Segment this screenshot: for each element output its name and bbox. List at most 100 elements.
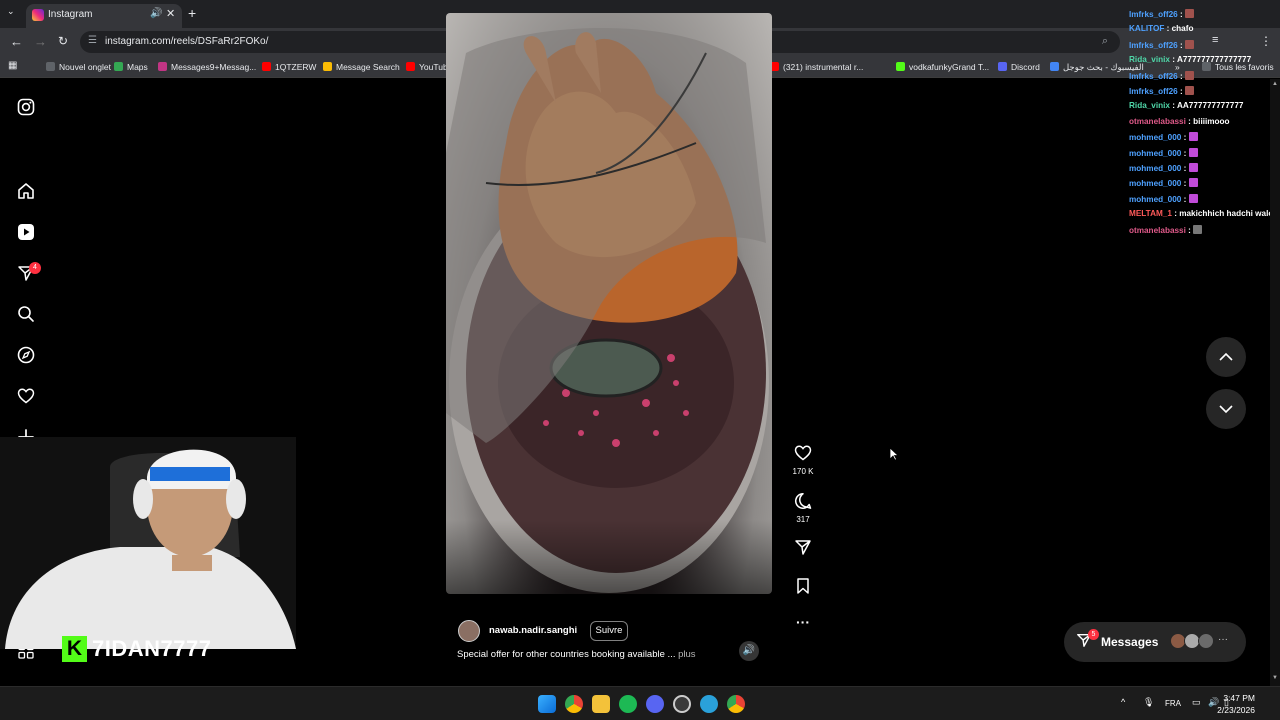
- chat-username[interactable]: lmfrks_off26: [1129, 10, 1178, 19]
- bookmark-item[interactable]: vodkafunkyGrand T...: [896, 62, 989, 72]
- save-icon[interactable]: [792, 577, 814, 600]
- reels-icon[interactable]: [16, 222, 36, 242]
- windows-taskbar: ^ 🎙 FRA ▭ 🔊 ▯ 3:47 PM 2/23/2026: [0, 686, 1280, 720]
- site-info-icon[interactable]: ☰: [88, 35, 97, 46]
- url-text: instagram.com/reels/DSFaRr2FOKo/: [105, 36, 269, 47]
- chrome-alt-icon[interactable]: [727, 695, 745, 713]
- chrome-icon[interactable]: [565, 695, 583, 713]
- chat-username[interactable]: mohmed_000: [1129, 149, 1181, 158]
- chat-message: mohmed_000 :: [1129, 163, 1198, 173]
- chat-separator: :: [1177, 40, 1185, 50]
- chat-message: mohmed_000 :: [1129, 147, 1198, 158]
- caption-more-link[interactable]: plus: [678, 649, 695, 660]
- file-explorer-icon[interactable]: [592, 695, 610, 713]
- share-icon[interactable]: [792, 538, 814, 561]
- bookmark-favicon-icon: [1050, 62, 1059, 71]
- chat-emote-icon: [1184, 39, 1194, 49]
- reel-video[interactable]: [446, 13, 772, 594]
- chat-emote-icon: [1184, 86, 1194, 95]
- heart-icon[interactable]: [16, 386, 36, 406]
- chat-username[interactable]: lmfrks_off26: [1129, 72, 1178, 81]
- start-icon[interactable]: [538, 695, 556, 713]
- like-icon[interactable]: [792, 444, 814, 467]
- chat-username[interactable]: mohmed_000: [1129, 164, 1181, 173]
- next-reel-button[interactable]: [1206, 389, 1246, 429]
- network-icon[interactable]: ▭: [1192, 697, 1201, 708]
- page-scrollbar[interactable]: ▲ ▼: [1270, 79, 1280, 686]
- home-icon[interactable]: [16, 181, 36, 201]
- chat-separator: :: [1181, 194, 1189, 204]
- bookmark-favicon-icon: [896, 62, 905, 71]
- language-indicator[interactable]: FRA: [1165, 699, 1181, 708]
- chat-username[interactable]: lmfrks_off26: [1129, 41, 1178, 50]
- apps-icon[interactable]: ▦: [8, 60, 17, 71]
- telegram-icon[interactable]: [700, 695, 718, 713]
- chat-separator: :: [1181, 164, 1189, 173]
- chat-username[interactable]: Rida_vinix: [1129, 101, 1170, 110]
- chat-message: lmfrks_off26 :: [1129, 86, 1194, 96]
- chat-message: lmfrks_off26 :: [1129, 70, 1194, 81]
- chat-username[interactable]: mohmed_000: [1129, 133, 1181, 142]
- stream-chat: lmfrks_off26 : KALITOF : chafo lmfrks_off…: [1129, 0, 1280, 240]
- scroll-down-icon[interactable]: ▼: [1272, 675, 1278, 681]
- explore-icon[interactable]: [16, 345, 36, 365]
- chat-message: otmanelabassi :: [1129, 224, 1203, 235]
- back-icon[interactable]: ←: [10, 34, 23, 49]
- author-avatar[interactable]: [458, 620, 480, 642]
- more-options-icon[interactable]: ···: [792, 614, 814, 630]
- webcam-image: [0, 437, 296, 649]
- mute-icon[interactable]: 🔊: [739, 641, 759, 661]
- tab-search-icon[interactable]: ⌄: [7, 6, 15, 17]
- author-name[interactable]: nawab.nadir.sanghi: [489, 625, 577, 636]
- bookmark-item[interactable]: Nouvel onglet: [46, 62, 111, 72]
- spotify-icon[interactable]: [619, 695, 637, 713]
- search-icon[interactable]: [16, 304, 36, 324]
- clock-time[interactable]: 3:47 PM: [1223, 693, 1255, 703]
- obs-icon[interactable]: [673, 695, 691, 713]
- instagram-logo-icon[interactable]: [16, 97, 36, 117]
- scroll-up-icon[interactable]: ▲: [1272, 81, 1278, 87]
- tab-close-icon[interactable]: ✕: [166, 7, 175, 20]
- chat-separator: :: [1164, 24, 1172, 34]
- bookmark-favicon-icon: [406, 62, 415, 71]
- streamer-name: 7IDAN7777: [92, 636, 212, 661]
- new-tab-button[interactable]: +: [188, 5, 196, 21]
- chat-username[interactable]: otmanelabassi: [1129, 117, 1186, 126]
- reel-caption[interactable]: Special offer for other countries bookin…: [457, 649, 696, 660]
- bookmark-item[interactable]: Messages9+Messag...: [158, 62, 256, 72]
- chat-username[interactable]: KALITOF: [1129, 24, 1164, 33]
- bookmark-label: 1QTZERW: [275, 62, 317, 72]
- reload-icon[interactable]: ↻: [58, 34, 68, 48]
- follow-button[interactable]: Suivre: [590, 621, 628, 641]
- bookmark-label: Maps: [127, 62, 148, 72]
- bookmark-item[interactable]: (321) instrumental r...: [770, 62, 863, 72]
- previous-reel-button[interactable]: [1206, 337, 1246, 377]
- tab-instagram[interactable]: Instagram 🔊 ✕: [26, 4, 182, 28]
- bookmark-item[interactable]: 1QTZERW: [262, 62, 316, 72]
- chat-username[interactable]: mohmed_000: [1129, 179, 1181, 188]
- chat-emote-icon: [1184, 70, 1194, 80]
- chat-username[interactable]: lmfrks_off26: [1129, 87, 1178, 96]
- messages-button[interactable]: 5 Messages ···: [1064, 622, 1246, 662]
- avatar: [1198, 633, 1214, 649]
- chat-username[interactable]: Rida_vinix: [1129, 55, 1170, 64]
- chat-username[interactable]: MELTAM_1: [1129, 209, 1172, 218]
- chat-separator: :: [1177, 87, 1185, 96]
- comment-icon[interactable]: [792, 492, 814, 515]
- chat-username[interactable]: mohmed_000: [1129, 195, 1181, 204]
- kick-logo: K: [62, 636, 87, 662]
- zoom-icon[interactable]: ⌕: [1102, 35, 1108, 48]
- chat-emote-icon: [1188, 147, 1198, 157]
- chat-emote-icon: [1188, 163, 1198, 172]
- clock-date[interactable]: 2/23/2026: [1217, 705, 1255, 715]
- bookmark-item[interactable]: Message Search: [323, 62, 400, 72]
- chat-username[interactable]: otmanelabassi: [1129, 226, 1186, 235]
- tab-audio-icon[interactable]: 🔊: [150, 8, 162, 19]
- discord-icon[interactable]: [646, 695, 664, 713]
- tray-overflow-icon[interactable]: ^: [1121, 697, 1125, 707]
- microphone-icon[interactable]: 🎙: [1143, 697, 1154, 708]
- bookmark-item[interactable]: Maps: [114, 62, 148, 72]
- chat-separator: :: [1181, 179, 1189, 189]
- forward-icon[interactable]: →: [34, 34, 47, 49]
- bookmark-item[interactable]: Discord: [998, 62, 1040, 72]
